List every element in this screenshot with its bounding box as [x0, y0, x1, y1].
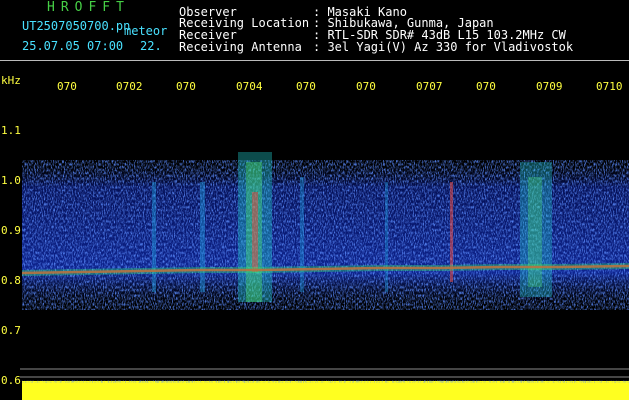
echo-column [385, 182, 388, 292]
observation-type: meteor [124, 24, 168, 38]
echo-column [200, 182, 205, 292]
date-time: 25.07.05 07:00 [22, 39, 124, 53]
echo-column [300, 177, 304, 292]
echo-column [252, 192, 258, 272]
info-value-antenna: : 3el Yagi(V) Az 330 for Vladivostok [313, 40, 574, 54]
echo-count: 22. [140, 39, 162, 53]
echo-column [152, 182, 156, 292]
station-title: HROFFT [47, 0, 130, 15]
spectrogram [20, 152, 629, 400]
header-divider [0, 60, 629, 61]
unit-label: kHz [1, 74, 21, 87]
signal-strength-edge [22, 380, 629, 383]
signal-strength-bar [22, 381, 629, 400]
info-label-antenna: Receiving Antenna [179, 40, 302, 54]
echo-column [528, 177, 542, 287]
file-name: UT2507050700.pn [22, 19, 131, 33]
